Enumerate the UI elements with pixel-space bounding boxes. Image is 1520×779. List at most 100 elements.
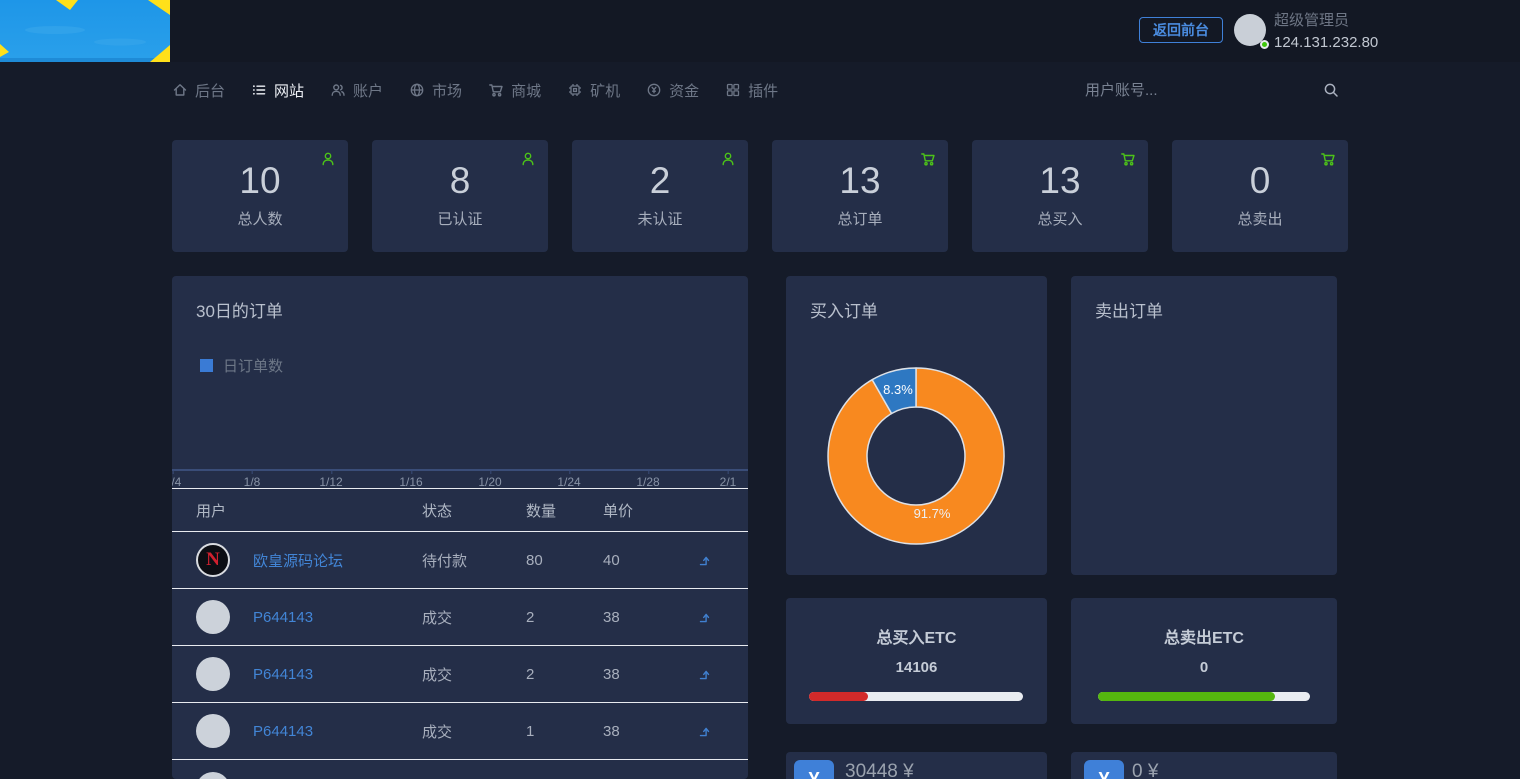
order-price: 38 [603, 666, 663, 683]
nav-item-funds[interactable]: 资金 [646, 80, 699, 101]
buy-orders-panel: 买入订单 8.3% 91.7% [786, 276, 1047, 575]
user-link[interactable]: P644143 [253, 609, 313, 626]
coin-icon [646, 82, 662, 98]
chart-legend[interactable]: 日订单数 [200, 355, 283, 376]
nav-item-backend[interactable]: 后台 [172, 80, 225, 101]
orders-30d-panel: 30日的订单 日订单数 1/4 1/8 1/12 1/16 1/20 1/24 … [172, 276, 748, 779]
person-icon [520, 151, 537, 168]
user-meta: 超级管理员 124.131.232.80 [1274, 12, 1378, 53]
search-input[interactable] [1085, 82, 1323, 99]
avatar [196, 600, 230, 634]
order-qty: 1 [526, 723, 603, 740]
main-nav: 后台 网站 账户 市场 商城 矿机 资金 插件 [172, 62, 778, 118]
person-icon [320, 151, 337, 168]
etc-title: 总卖出ETC [1071, 624, 1337, 648]
col-user: 用户 [196, 500, 422, 521]
top-bar: 返回前台 超级管理员 124.131.232.80 [0, 0, 1520, 62]
stat-label: 总卖出 [1172, 208, 1348, 229]
x-tick: 1/16 [399, 475, 422, 489]
nav-item-market[interactable]: 市场 [409, 80, 462, 101]
search-icon[interactable] [1323, 82, 1340, 99]
order-qty: 2 [526, 609, 603, 626]
nav-label: 矿机 [590, 80, 620, 101]
x-axis-line [172, 469, 748, 471]
donut-label-minor: 8.3% [883, 382, 913, 397]
user-link[interactable]: P644143 [253, 723, 313, 740]
progress-track [809, 692, 1023, 701]
nav-label: 插件 [748, 80, 778, 101]
user-search [1085, 76, 1340, 104]
table-row: P644143 成交 1 38 [172, 703, 748, 760]
nav-item-accounts[interactable]: 账户 [330, 80, 383, 101]
home-icon [172, 82, 188, 98]
buy-total-panel: ¥ 30448 ¥ [786, 752, 1047, 779]
x-tick: 1/28 [636, 475, 659, 489]
globe-icon [409, 82, 425, 98]
buy-total-amount: 30448 ¥ [845, 761, 914, 779]
nav-label: 账户 [353, 80, 383, 101]
order-qty: 2 [526, 666, 603, 683]
turn-up-arrow-icon[interactable] [697, 552, 714, 569]
x-tick: 2/1 [720, 475, 737, 489]
back-to-front-button[interactable]: 返回前台 [1139, 17, 1223, 43]
col-price: 单价 [603, 500, 663, 521]
user-link[interactable]: P644143 [253, 666, 313, 683]
turn-up-arrow-icon[interactable] [697, 666, 714, 683]
user-ip: 124.131.232.80 [1274, 34, 1378, 53]
table-row: P644143 成交 2 38 [172, 646, 748, 703]
orders-table: 用户 状态 数量 单价 N 欧皇源码论坛 待付款 80 40 P6441 [172, 488, 748, 779]
cart-icon [1320, 151, 1337, 168]
panel-title: 卖出订单 [1095, 297, 1163, 322]
turn-up-arrow-icon[interactable] [697, 609, 714, 626]
stat-label: 已认证 [372, 208, 548, 229]
yen-icon[interactable]: ¥ [1084, 760, 1124, 779]
online-status-dot [1260, 40, 1269, 49]
x-tick: 1/20 [478, 475, 501, 489]
order-status: 成交 [422, 664, 526, 685]
stat-label: 未认证 [572, 208, 748, 229]
legend-label: 日订单数 [223, 355, 283, 376]
person-icon [720, 151, 737, 168]
progress-fill-red [809, 692, 868, 701]
stat-card-unverified: 2 未认证 [572, 140, 748, 252]
user-role: 超级管理员 [1274, 12, 1378, 31]
order-status: 待付款 [422, 550, 526, 571]
avatar [196, 772, 230, 779]
nav-item-website[interactable]: 网站 [251, 80, 304, 101]
nav-label: 网站 [274, 80, 304, 101]
stat-card-total-sells: 0 总卖出 [1172, 140, 1348, 252]
user-link[interactable]: 欧皇源码论坛 [253, 550, 343, 571]
avatar [196, 657, 230, 691]
turn-up-arrow-icon[interactable] [697, 723, 714, 740]
col-status: 状态 [422, 500, 526, 521]
x-tick: 1/8 [244, 475, 261, 489]
dashboard-page: 返回前台 超级管理员 124.131.232.80 后台 网站 账户 市场 商城… [0, 0, 1520, 779]
total-sell-etc-panel: 总卖出ETC 0 [1071, 598, 1337, 724]
nav-item-mall[interactable]: 商城 [488, 80, 541, 101]
etc-value: 0 [1071, 659, 1337, 676]
nav-label: 后台 [195, 80, 225, 101]
stat-card-verified: 8 已认证 [372, 140, 548, 252]
legend-swatch [200, 359, 213, 372]
table-row-partial [172, 760, 748, 779]
nav-item-plugins[interactable]: 插件 [725, 80, 778, 101]
order-price: 40 [603, 552, 663, 569]
stat-label: 总订单 [772, 208, 948, 229]
table-header: 用户 状态 数量 单价 [172, 488, 748, 532]
etc-title: 总买入ETC [786, 624, 1047, 648]
sell-total-panel: ¥ 0 ¥ [1071, 752, 1337, 779]
user-avatar[interactable] [1234, 14, 1266, 46]
etc-value: 14106 [786, 659, 1047, 676]
order-price: 38 [603, 723, 663, 740]
nav-item-miner[interactable]: 矿机 [567, 80, 620, 101]
stat-card-total-orders: 13 总订单 [772, 140, 948, 252]
nav-label: 市场 [432, 80, 462, 101]
avatar [196, 714, 230, 748]
chip-icon [567, 82, 583, 98]
buy-orders-donut-chart[interactable]: 8.3% 91.7% [786, 276, 1047, 575]
yen-icon[interactable]: ¥ [794, 760, 834, 779]
list-icon [251, 82, 267, 98]
order-status: 成交 [422, 721, 526, 742]
total-buy-etc-panel: 总买入ETC 14106 [786, 598, 1047, 724]
x-tick: 1/24 [557, 475, 580, 489]
